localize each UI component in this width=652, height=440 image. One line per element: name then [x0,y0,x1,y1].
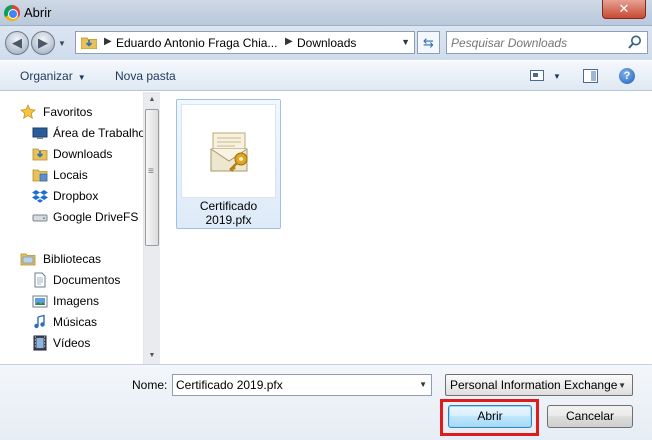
libraries-icon [20,253,36,266]
chevron-down-icon: ▼ [618,381,626,390]
sidebar-item-music[interactable]: Músicas [0,312,143,332]
window-title: Abrir [24,5,52,20]
address-row: ◀ ▶ ▼ ▶ Eduardo Antonio Fraga Chia... ▶ … [0,26,652,60]
breadcrumb-separator: ▶ [104,36,112,47]
desktop-icon [32,127,48,139]
certificate-icon [210,132,248,172]
file-name: Certificado 2019.pfx [177,199,280,227]
recent-places-icon [32,169,48,182]
view-options-dropdown[interactable]: ▼ [553,72,561,81]
dialog-footer: Nome: ▼ Personal Information Exchange ▼ … [0,364,652,440]
star-icon [20,104,36,120]
preview-pane-icon[interactable] [583,69,598,83]
chevron-down-icon[interactable]: ▼ [419,380,427,389]
close-button[interactable]: ✕ [602,0,646,19]
open-button[interactable]: Abrir [448,405,532,428]
sidebar-group-label: Favoritos [43,105,93,119]
scroll-up-arrow-icon[interactable]: ▲ [144,92,160,108]
sidebar-item-label: Google DriveFS [53,210,139,224]
pictures-icon [32,295,48,308]
file-type-select[interactable]: Personal Information Exchange ▼ [445,374,633,396]
title-bar: Abrir ✕ [0,0,652,26]
downloads-folder-icon [32,148,48,161]
sidebar-item-pictures[interactable]: Imagens [0,291,143,311]
sidebar-group-libraries[interactable]: Bibliotecas [0,249,143,269]
breadcrumb-downloads[interactable]: Downloads [297,36,356,50]
search-box[interactable] [446,31,648,54]
videos-icon [33,335,47,351]
scroll-down-arrow-icon[interactable]: ▼ [144,348,160,364]
arrow-right-icon: ▶ [38,35,48,50]
sidebar-item-label: Vídeos [53,336,91,350]
command-toolbar: Organizar ▼ Nova pasta ▼ ? [0,60,652,91]
file-type-value: Personal Information Exchange [450,378,618,392]
file-name-line: Certificado [199,199,258,213]
breadcrumb-user[interactable]: Eduardo Antonio Fraga Chia... [116,36,277,50]
cancel-button[interactable]: Cancelar [547,405,633,428]
change-view-icon[interactable] [530,70,544,81]
search-icon[interactable] [628,35,642,50]
sidebar-item-label: Locais [53,168,88,182]
back-button[interactable]: ◀ [5,31,29,55]
sidebar-item-label: Músicas [53,315,98,329]
file-name-input[interactable] [176,377,412,393]
drive-icon [32,214,48,222]
address-bar[interactable]: ▶ Eduardo Antonio Fraga Chia... ▶ Downlo… [75,31,415,54]
sidebar-item-dropbox[interactable]: Dropbox [0,186,143,206]
organize-label: Organizar [20,69,73,83]
sidebar-item-label: Documentos [53,273,121,287]
breadcrumb-separator: ▶ [285,36,293,47]
file-name-combobox[interactable]: ▼ [172,374,432,396]
organize-menu[interactable]: Organizar ▼ [20,69,86,83]
sidebar-item-label: Imagens [53,294,100,308]
scroll-thumb[interactable] [145,109,159,246]
sidebar-group-favorites[interactable]: Favoritos [0,102,143,122]
help-icon[interactable]: ? [619,68,635,84]
file-list-pane: Certificado 2019.pfx [161,92,652,364]
sidebar-item-documents[interactable]: Documentos [0,270,143,290]
downloads-folder-icon [81,37,97,49]
file-item[interactable]: Certificado 2019.pfx [176,99,281,229]
new-folder-button[interactable]: Nova pasta [115,69,176,83]
refresh-button[interactable]: ⇆ [417,31,440,54]
sidebar-group-label: Bibliotecas [43,252,102,266]
address-dropdown-icon[interactable]: ▼ [401,37,410,47]
chrome-icon [4,5,20,21]
sidebar-item-google-drive[interactable]: Google DriveFS [0,207,143,227]
file-thumbnail [181,104,276,198]
file-name-line: 2019.pfx [205,213,252,227]
sidebar-item-videos[interactable]: Vídeos [0,333,143,353]
documents-icon [34,272,46,288]
music-icon [34,314,45,329]
refresh-icon: ⇆ [423,35,434,50]
sidebar-item-recent-places[interactable]: Locais [0,165,143,185]
sidebar-item-label: Downloads [53,147,113,161]
recent-locations-dropdown[interactable]: ▼ [58,39,66,48]
sidebar-item-label: Área de Trabalho [53,126,146,140]
sidebar-item-desktop[interactable]: Área de Trabalho [0,123,146,143]
chevron-down-icon: ▼ [77,73,86,82]
sidebar-item-label: Dropbox [53,189,99,203]
sidebar-item-downloads[interactable]: Downloads [0,144,143,164]
navigation-scrollbar[interactable]: ▲ ▼ [143,92,160,364]
arrow-left-icon: ◀ [12,35,22,50]
search-input[interactable] [451,34,621,51]
navigation-pane: Favoritos Área de Trabalho Downloads Loc… [0,92,160,364]
forward-button[interactable]: ▶ [31,31,55,55]
dropbox-icon [32,190,48,203]
file-name-label: Nome: [132,378,168,392]
